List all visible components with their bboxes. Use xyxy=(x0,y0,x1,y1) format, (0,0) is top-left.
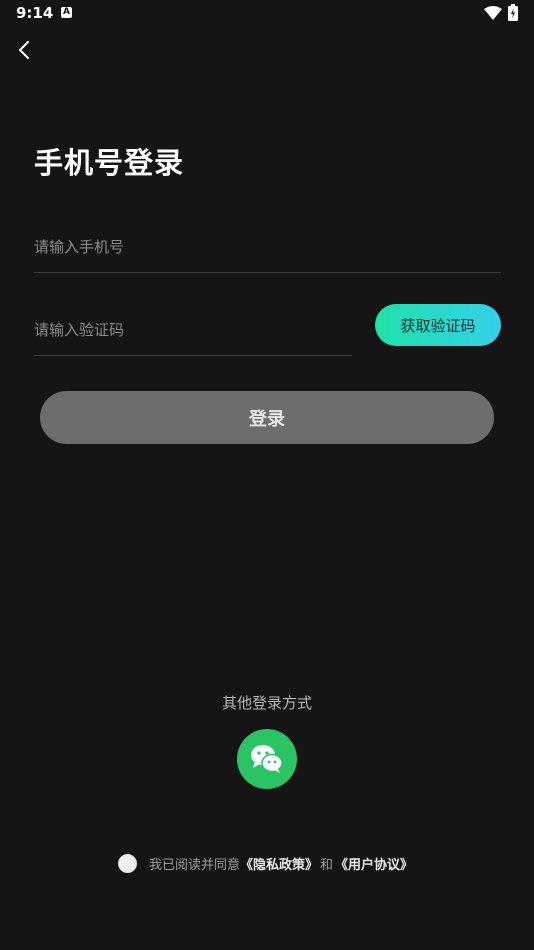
status-bar: 9:14 A xyxy=(0,0,534,28)
page-title: 手机号登录 xyxy=(34,146,185,180)
wechat-login-button[interactable] xyxy=(237,729,297,789)
other-login-label: 其他登录方式 xyxy=(221,694,312,712)
phone-input[interactable] xyxy=(34,222,501,272)
agreement-prefix: 我已阅读并同意 xyxy=(149,857,241,873)
verification-code-input[interactable] xyxy=(34,304,352,355)
chevron-left-icon xyxy=(19,41,29,59)
login-button[interactable]: 登录 xyxy=(40,391,494,444)
back-button[interactable] xyxy=(10,36,38,64)
privacy-policy-link[interactable]: 《隐私政策》 xyxy=(240,854,318,873)
agreement-and: 和 xyxy=(320,857,334,873)
battery-icon xyxy=(508,4,518,21)
status-time: 9:14 xyxy=(16,4,54,22)
wechat-icon xyxy=(251,745,283,773)
agreement-row: 我已阅读并同意 《隐私政策》 和 《用户协议》 xyxy=(118,853,413,873)
code-field xyxy=(34,304,352,356)
wifi-icon xyxy=(484,6,502,20)
user-agreement-link[interactable]: 《用户协议》 xyxy=(335,854,413,873)
phone-field xyxy=(34,222,501,273)
get-code-button[interactable]: 获取验证码 xyxy=(375,304,501,346)
agree-radio[interactable] xyxy=(118,853,137,873)
notification-a-icon: A xyxy=(61,7,72,18)
